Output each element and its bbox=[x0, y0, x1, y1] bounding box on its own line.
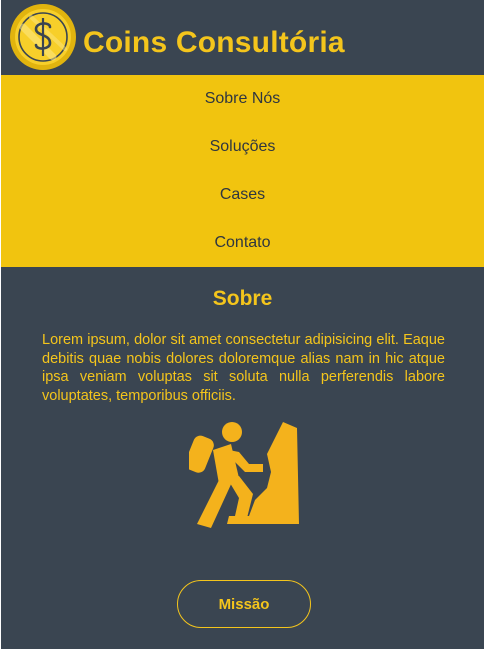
dollar-coin-icon bbox=[10, 4, 76, 70]
mission-button[interactable]: Missão bbox=[177, 580, 311, 628]
person-climbing-icon bbox=[189, 422, 299, 528]
nav-item-sobre-nos[interactable]: Sobre Nós bbox=[1, 75, 484, 123]
nav-item-cases[interactable]: Cases bbox=[1, 171, 484, 219]
about-description: Lorem ipsum, dolor sit amet consectetur … bbox=[42, 332, 445, 404]
main-nav: Sobre Nós Soluções Cases Contato bbox=[1, 75, 484, 267]
about-section-title: Sobre bbox=[212, 287, 273, 310]
nav-item-solucoes[interactable]: Soluções bbox=[1, 123, 484, 171]
page: Coins Consultória Sobre Nós Soluções Cas… bbox=[1, 0, 484, 649]
brand-title[interactable]: Coins Consultória bbox=[83, 23, 345, 63]
site-header: Coins Consultória bbox=[1, 0, 484, 74]
nav-item-contato[interactable]: Contato bbox=[1, 219, 484, 267]
